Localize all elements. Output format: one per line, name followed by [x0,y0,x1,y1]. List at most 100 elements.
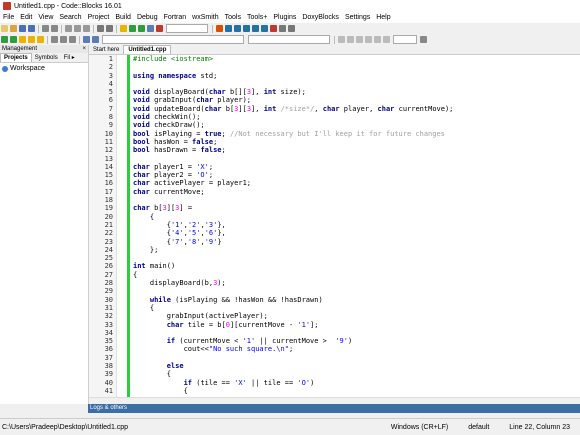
code-completion-scope-select[interactable] [102,35,244,44]
tab-files[interactable]: Fil ▸ [61,54,78,62]
code-line[interactable] [133,329,580,337]
code-line[interactable] [133,254,580,262]
code-text[interactable]: #include <iostream> using namespace std;… [130,55,580,397]
menu-view[interactable]: View [35,14,56,21]
code-completion-function-select[interactable] [248,35,330,44]
doxy-chm-icon[interactable] [383,36,390,43]
code-line[interactable]: while (isPlaying && !hasWon && !hasDrawn… [133,296,580,304]
code-line[interactable]: void grabInput(char player); [133,96,580,104]
doxy-html-icon[interactable] [374,36,381,43]
next-instruction-icon[interactable] [261,25,268,32]
code-line[interactable]: else [133,362,580,370]
menu-plugins[interactable]: Plugins [270,14,299,21]
code-line[interactable] [133,63,580,71]
replace-icon[interactable] [106,25,113,32]
build-and-run-icon[interactable] [138,25,145,32]
code-line[interactable] [133,287,580,295]
toggle-comment-icon[interactable] [69,36,76,43]
logs-panel-title[interactable]: Logs & others [88,404,580,413]
doxy-wizard-icon[interactable] [338,36,345,43]
menu-tools[interactable]: Tools [222,14,244,21]
debug-continue-icon[interactable] [216,25,223,32]
workspace-tree-item[interactable]: Workspace [2,65,88,72]
code-line[interactable] [133,196,580,204]
code-line[interactable]: char player1 = 'X'; [133,163,580,171]
search-select[interactable] [393,35,417,44]
code-line[interactable]: void checkWin(); [133,113,580,121]
code-line[interactable]: using namespace std; [133,72,580,80]
code-line[interactable]: { [133,213,580,221]
menu-tools-plus[interactable]: Tools+ [244,14,270,21]
menu-debug[interactable]: Debug [134,14,161,21]
code-line[interactable]: { [133,304,580,312]
code-line[interactable]: displayBoard(b,3); [133,279,580,287]
save-icon[interactable] [19,25,26,32]
code-line[interactable] [133,155,580,163]
jump-back-icon[interactable] [1,36,8,43]
menu-file[interactable]: File [0,14,17,21]
step-out-icon[interactable] [252,25,259,32]
code-line[interactable]: if (tile == 'X' || tile == 'O') [133,379,580,387]
next-bookmark-icon[interactable] [37,36,44,43]
code-line[interactable]: bool hasWon = false; [133,138,580,146]
code-editor[interactable]: 1 2 3 4 5 6 7 8 9 10 11 12 13 14 15 16 17 18 19 20 21 22 23 24 2… [89,55,580,397]
menu-fortran[interactable]: Fortran [161,14,190,21]
rebuild-icon[interactable] [147,25,154,32]
debug-windows-icon[interactable] [279,25,286,32]
code-line[interactable]: bool hasDrawn = false; [133,146,580,154]
redo-icon[interactable] [51,25,58,32]
code-line[interactable]: void displayBoard(char b[][3], int size)… [133,88,580,96]
code-line[interactable]: cout<<"No such square.\n"; [133,345,580,353]
code-line[interactable]: void updateBoard(char b[3][3], int /*siz… [133,105,580,113]
stop-debugger-icon[interactable] [270,25,277,32]
save-all-icon[interactable] [28,25,35,32]
code-line[interactable]: char player2 = 'O'; [133,171,580,179]
code-line[interactable]: grabInput(activePlayer); [133,312,580,320]
doxy-extract-icon[interactable] [347,36,354,43]
doxy-block-comment-icon[interactable] [356,36,363,43]
comment-icon[interactable] [51,36,58,43]
close-icon[interactable]: × [82,46,86,52]
menu-settings[interactable]: Settings [342,14,373,21]
new-file-icon[interactable] [1,25,8,32]
menu-search[interactable]: Search [56,14,84,21]
uncomment-icon[interactable] [60,36,67,43]
tab-start-here[interactable]: Start here [89,46,123,54]
menu-help[interactable]: Help [373,14,393,21]
search-icon[interactable] [420,36,427,43]
menu-doxyblocks[interactable]: DoxyBlocks [299,14,342,21]
menu-edit[interactable]: Edit [17,14,35,21]
code-line[interactable]: char tile = b[0][currentMove - '1']; [133,321,580,329]
menu-project[interactable]: Project [85,14,113,21]
menu-build[interactable]: Build [112,14,134,21]
bookmark-toggle-icon[interactable] [19,36,26,43]
code-line[interactable]: { [133,387,580,395]
match-brace-icon[interactable] [83,36,90,43]
code-line[interactable]: int main() [133,262,580,270]
tab-projects[interactable]: Projects [0,53,32,62]
tab-symbols[interactable]: Symbols [32,54,61,62]
tab-untitled1[interactable]: Untitled1.cpp [123,45,172,54]
next-line-icon[interactable] [234,25,241,32]
code-line[interactable] [133,354,580,362]
code-line[interactable]: char activePlayer = player1; [133,179,580,187]
code-line[interactable]: #include <iostream> [133,55,580,63]
fold-margin[interactable] [117,55,127,397]
build-target-select[interactable] [166,24,208,33]
find-icon[interactable] [97,25,104,32]
code-line[interactable]: void checkDraw(); [133,121,580,129]
code-line[interactable]: { [133,271,580,279]
code-line[interactable]: }; [133,246,580,254]
cut-icon[interactable] [65,25,72,32]
code-line[interactable]: bool isPlaying = true; //Not necessary b… [133,130,580,138]
paste-icon[interactable] [83,25,90,32]
step-into-icon[interactable] [243,25,250,32]
build-icon[interactable] [120,25,127,32]
abort-icon[interactable] [156,25,163,32]
code-line[interactable]: {'4','5','6'}, [133,229,580,237]
open-file-icon[interactable] [10,25,17,32]
code-line[interactable] [133,80,580,88]
code-line[interactable]: if (currentMove < '1' || currentMove > '… [133,337,580,345]
undo-icon[interactable] [42,25,49,32]
code-line[interactable]: char currentMove; [133,188,580,196]
